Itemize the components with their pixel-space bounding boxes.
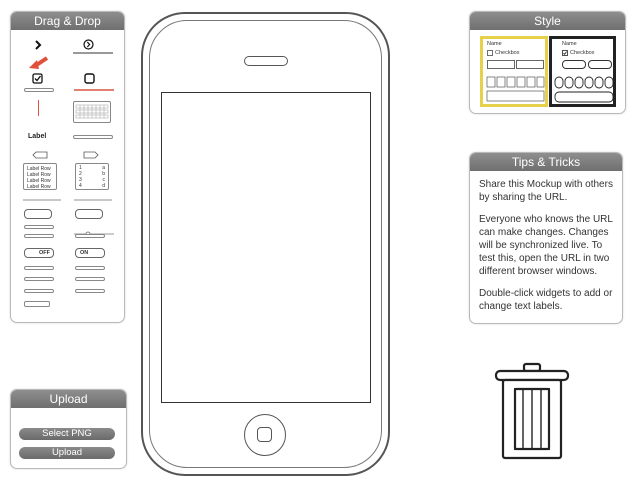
style-sample-button <box>588 60 612 69</box>
date-picker-widget[interactable] <box>75 277 105 281</box>
tips-title: Tips & Tricks <box>470 153 622 171</box>
upload-title: Upload <box>11 390 126 408</box>
slider-widget[interactable] <box>73 52 113 54</box>
combo-box-widget[interactable] <box>24 289 54 293</box>
text-field-widget[interactable] <box>73 135 113 139</box>
style-sample-name-2: Name <box>562 41 577 47</box>
style-sample-checkbox: Checkbox <box>487 50 519 56</box>
chevron-right-icon[interactable] <box>33 37 43 55</box>
keyboard-widget[interactable] <box>73 101 111 123</box>
stepper-widget[interactable] <box>75 234 105 238</box>
toggle-on-label: ON <box>80 250 89 256</box>
style-option-wireframe[interactable]: Name Checkbox <box>549 36 616 107</box>
style-sample-checkbox-2: Checkbox <box>562 50 594 56</box>
style-sample-field <box>516 60 544 69</box>
input-field-widget[interactable] <box>24 88 54 92</box>
textbox-widget-2[interactable] <box>75 266 105 270</box>
phone-mockup <box>141 12 390 476</box>
tips-panel: Tips & Tricks Share this Mockup with oth… <box>469 152 623 324</box>
rounded-field-widget[interactable] <box>24 209 52 219</box>
tip-paragraph: Double-click widgets to add or change te… <box>479 288 613 312</box>
list-widget[interactable]: Label Row Label Row Label Row Label Row <box>23 163 57 190</box>
slider-widget-2[interactable] <box>74 224 114 237</box>
select-png-button[interactable]: Select PNG <box>19 428 115 440</box>
tabs-widget[interactable] <box>24 277 54 281</box>
style-sample-checkbox-label: Checkbox <box>495 50 520 56</box>
segmented-widget[interactable] <box>24 234 54 238</box>
vertical-separator-widget[interactable] <box>38 100 39 116</box>
divider-widget <box>23 199 61 201</box>
search-field-widget[interactable] <box>24 225 54 229</box>
tip-paragraph: Everyone who knows the URL can make chan… <box>479 214 613 277</box>
style-option-sketch[interactable]: Name Checkbox <box>480 36 548 107</box>
trash-icon[interactable] <box>493 362 571 462</box>
search-button-widget[interactable] <box>24 301 50 307</box>
home-button-icon[interactable] <box>244 414 286 456</box>
style-sample-round-keys <box>554 76 613 103</box>
forward-button-widget[interactable] <box>83 146 99 164</box>
upload-panel: Upload Select PNG Upload <box>10 389 127 469</box>
table-cell: 4 <box>79 183 82 189</box>
table-widget[interactable]: 1a 2b 3c 4d <box>75 163 109 190</box>
style-sample-field <box>487 60 515 69</box>
toggle-off-label: OFF <box>39 250 50 256</box>
toggle-off-widget[interactable]: OFF <box>24 248 54 258</box>
progress-bar-widget[interactable] <box>74 89 114 91</box>
phone-speaker <box>244 56 288 66</box>
style-title: Style <box>470 12 625 30</box>
drag-drop-title: Drag & Drop <box>11 12 124 30</box>
button-widget[interactable] <box>75 209 103 219</box>
toggle-on-widget[interactable]: ON <box>75 248 105 258</box>
upload-button[interactable]: Upload <box>19 447 115 459</box>
tip-paragraph: Share this Mockup with others by sharing… <box>479 179 613 203</box>
phone-screen-canvas[interactable] <box>161 92 371 403</box>
textbox-widget[interactable] <box>24 266 54 270</box>
style-panel: Style Name Checkbox Name Checkbox <box>469 11 626 114</box>
list-row: Label Row <box>27 184 51 190</box>
style-sample-name: Name <box>487 41 502 47</box>
style-sample-checkbox-label-2: Checkbox <box>570 50 595 56</box>
label-widget[interactable]: Label <box>28 133 46 140</box>
style-sample-button <box>562 60 586 69</box>
home-button-square <box>257 427 272 442</box>
divider-widget <box>74 199 112 201</box>
checkbox-empty-icon[interactable] <box>84 71 95 89</box>
table-cell: d <box>102 183 105 189</box>
drag-drop-panel: Drag & Drop Label Label Row Label Row La… <box>10 11 125 323</box>
back-button-widget[interactable] <box>32 146 48 164</box>
checkbox-checked-icon[interactable] <box>32 71 43 89</box>
style-sample-keys <box>486 76 545 102</box>
pager-widget[interactable] <box>75 289 105 293</box>
